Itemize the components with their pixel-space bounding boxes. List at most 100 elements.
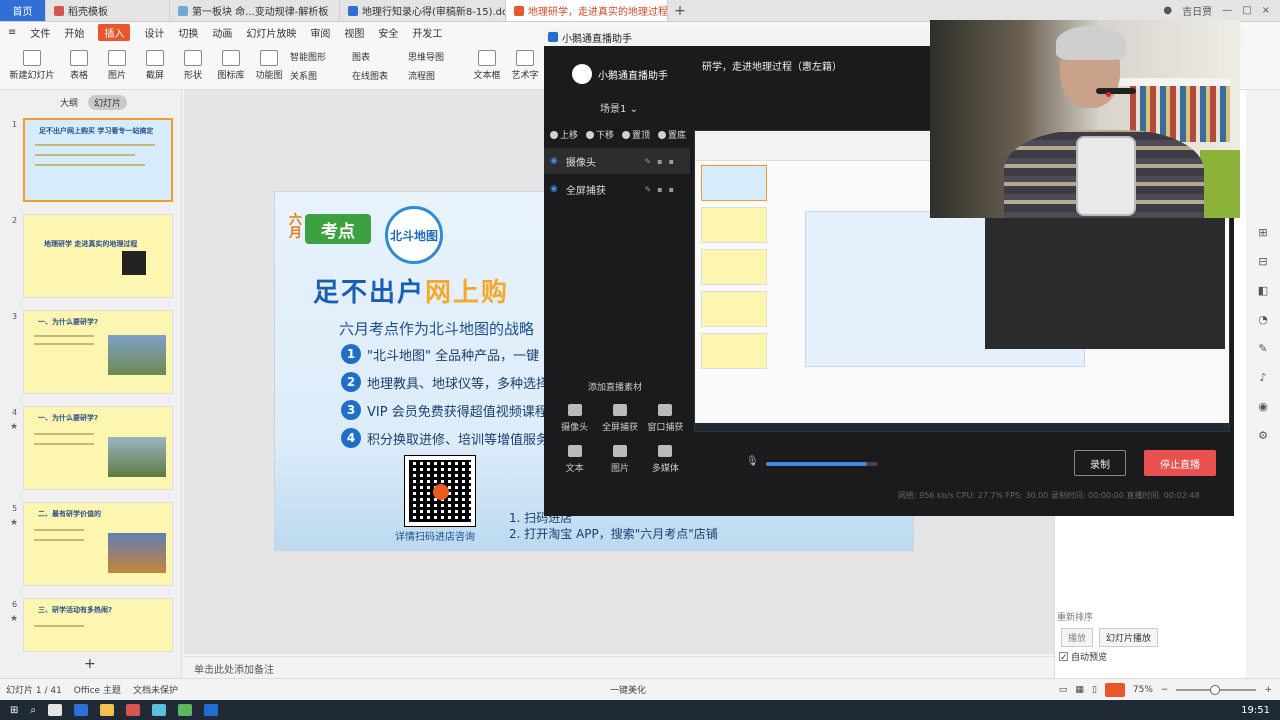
slide-thumb-2[interactable]: 2 地理研学 走进真实的地理过程	[8, 214, 176, 300]
add-media-button[interactable]: 多媒体	[643, 445, 688, 474]
to-top-button[interactable]: 置顶	[622, 128, 650, 141]
app-icon[interactable]	[152, 704, 166, 716]
slide-thumb-3[interactable]: 3 一、为什么要研学?	[8, 310, 176, 396]
edge-icon[interactable]	[74, 704, 88, 716]
maximize-icon[interactable]: □	[1242, 5, 1251, 16]
zoom-in-icon[interactable]: +	[1264, 685, 1272, 695]
online-chart-button[interactable]: 在线图表	[352, 69, 404, 82]
menu-icon[interactable]: ≡	[8, 27, 16, 38]
taskview-icon[interactable]	[48, 704, 62, 716]
move-up-button[interactable]: 上移	[550, 128, 578, 141]
side-tool-icon[interactable]: ⊟	[1258, 255, 1267, 268]
picture-button[interactable]: 图片	[100, 50, 134, 81]
table-button[interactable]: 表格	[62, 50, 96, 81]
menu-developer[interactable]: 开发工	[412, 25, 442, 40]
side-tool-icon[interactable]: ◉	[1258, 400, 1268, 413]
add-fullscreen-button[interactable]: 全屏捕获	[597, 404, 642, 433]
flowchart-button[interactable]: 流程图	[408, 69, 466, 82]
minimize-icon[interactable]: —	[1222, 5, 1232, 16]
menu-insert[interactable]: 插入	[98, 23, 131, 41]
menu-design[interactable]: 设计	[144, 25, 164, 40]
explorer-icon[interactable]	[100, 704, 114, 716]
wordart-button[interactable]: 艺术字	[508, 50, 542, 81]
scene-selector[interactable]: 场景1 ⌄	[600, 100, 638, 115]
source-edit-icons[interactable]: ✎▪▪	[644, 157, 690, 166]
slideshow-button[interactable]: 幻灯片播放	[1099, 628, 1159, 647]
side-tool-icon[interactable]: ◔	[1258, 313, 1268, 326]
normal-view-icon[interactable]: ▭	[1059, 685, 1068, 695]
volume-slider[interactable]	[766, 462, 878, 466]
play-button[interactable]: 播放	[1061, 628, 1094, 647]
side-tool-icon[interactable]: ◧	[1258, 284, 1268, 297]
windows-start-icon[interactable]: ⊞	[10, 705, 18, 716]
autopreview-checkbox[interactable]: ✓ 自动预览	[1059, 650, 1107, 663]
wechat-icon[interactable]	[178, 704, 192, 716]
zoom-slider[interactable]	[1176, 684, 1257, 695]
doc-protection-status[interactable]: 文档未保护	[133, 683, 178, 696]
reading-view-icon[interactable]: ▯	[1092, 685, 1097, 695]
mindmap-button[interactable]: 思维导图	[408, 50, 466, 63]
avatar[interactable]: ●	[1163, 5, 1172, 16]
tab-outline[interactable]: 大纲	[60, 96, 78, 109]
slideshow-play-icon[interactable]	[1104, 682, 1125, 697]
slide-thumb-1[interactable]: 1 足不出户网上购买 学习看专一站搞定	[8, 118, 176, 204]
tab-slides[interactable]: 幻灯片	[88, 94, 128, 110]
source-fullscreen[interactable]: ◉ 全屏捕获 ✎▪▪	[544, 176, 690, 202]
screenshot-button[interactable]: 截屏	[138, 50, 172, 81]
chart-button[interactable]: 图表	[352, 50, 404, 63]
tab-doc-1[interactable]: 第一板块 命...变动规律-解析板	[170, 0, 340, 21]
live-assistant-icon[interactable]	[204, 704, 218, 716]
add-text-button[interactable]: 文本	[552, 445, 597, 474]
eye-icon[interactable]: ◉	[550, 156, 558, 166]
menu-view[interactable]: 视图	[344, 25, 364, 40]
record-button[interactable]: 录制	[1074, 450, 1126, 476]
menu-slideshow[interactable]: 幻灯片放映	[246, 25, 296, 40]
notes-input[interactable]: 单击此处添加备注	[184, 656, 1054, 678]
menu-animation[interactable]: 动画	[212, 25, 232, 40]
zoom-level[interactable]: 75%	[1133, 685, 1153, 695]
close-window-icon[interactable]: ×	[1262, 5, 1270, 16]
function-chart-button[interactable]: 功能图	[252, 50, 286, 81]
menu-security[interactable]: 安全	[378, 25, 398, 40]
menu-file[interactable]: 文件	[30, 25, 50, 40]
menu-start[interactable]: 开始	[64, 25, 84, 40]
source-camera[interactable]: ◉ 摄像头 ✎▪▪	[544, 148, 690, 174]
slide-thumb-4[interactable]: 4 ★ 一、为什么要研学?	[8, 406, 176, 492]
source-edit-icons[interactable]: ✎▪▪	[644, 185, 690, 194]
pane-buttons: 播放 幻灯片播放	[1061, 628, 1159, 647]
eye-icon[interactable]: ◉	[550, 184, 558, 194]
slide-thumb-5[interactable]: 5 ★ 二、最有研学价值的	[8, 502, 176, 588]
tab-home[interactable]: 首页	[0, 0, 46, 21]
new-tab-button[interactable]: +	[668, 0, 692, 21]
side-tool-icon[interactable]: ⊞	[1258, 226, 1267, 239]
side-tool-icon[interactable]: ✎	[1258, 342, 1267, 355]
tab-doc-2[interactable]: 地理行知录心得(审稿新8-15).docx	[340, 0, 506, 21]
move-down-button[interactable]: 下移	[586, 128, 614, 141]
menu-transition[interactable]: 切换	[178, 25, 198, 40]
beautify-button[interactable]: 一键美化	[610, 683, 646, 696]
icon-library-button[interactable]: 图标库	[214, 50, 248, 81]
tab-active-pptx[interactable]: 地理研学，走进真实的地理过程.pptx×	[506, 0, 668, 21]
microphone-icon[interactable]: 🎙	[746, 456, 759, 467]
add-camera-button[interactable]: 摄像头	[552, 404, 597, 433]
wps-icon[interactable]	[126, 704, 140, 716]
textbox-button[interactable]: 文本框	[470, 50, 504, 81]
add-slide-button[interactable]: +	[84, 656, 96, 672]
to-bottom-button[interactable]: 置底	[658, 128, 686, 141]
tab-docer[interactable]: 稻壳模板	[46, 0, 170, 21]
add-window-button[interactable]: 窗口捕获	[643, 404, 688, 433]
add-image-button[interactable]: 图片	[597, 445, 642, 474]
stop-live-button[interactable]: 停止直播	[1144, 450, 1216, 476]
sorter-view-icon[interactable]: ▦	[1075, 685, 1084, 695]
relation-button[interactable]: 关系图	[290, 69, 348, 82]
search-icon[interactable]: ⌕	[30, 705, 36, 716]
new-slide-button[interactable]: 新建幻灯片	[6, 50, 58, 81]
side-tool-icon[interactable]: ⚙	[1258, 429, 1268, 442]
item-text: VIP 会员免费获得超值视频课程	[367, 404, 548, 420]
shape-button[interactable]: 形状	[176, 50, 210, 81]
qr-thumb	[122, 251, 146, 275]
menu-review[interactable]: 审阅	[310, 25, 330, 40]
side-tool-icon[interactable]: ♪	[1259, 371, 1266, 384]
smartart-button[interactable]: 智能图形	[290, 50, 348, 63]
zoom-out-icon[interactable]: −	[1161, 685, 1169, 695]
